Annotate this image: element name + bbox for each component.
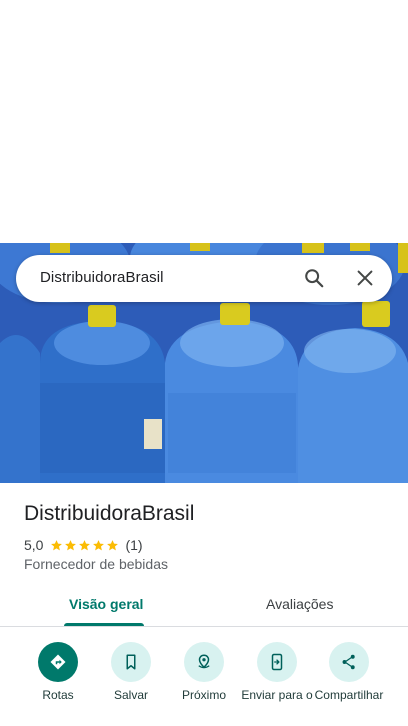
send-to-phone-icon [257,642,297,682]
star-rating [50,539,119,552]
star-icon [51,539,63,550]
tab-reviews[interactable]: Avaliações [266,596,333,612]
nearby-button[interactable]: Próximo [164,642,244,702]
star-icon [65,539,77,550]
send-to-phone-button[interactable]: Enviar para o [237,642,317,702]
place-name: DistribuidoraBrasil [24,502,195,525]
save-button[interactable]: Salvar [91,642,171,702]
close-icon[interactable] [354,267,376,289]
send-to-phone-label: Enviar para o [241,688,313,702]
directions-icon [38,642,78,682]
rating-value: 5,0 [24,537,44,553]
search-icon[interactable] [303,267,325,289]
share-label: Compartilhar [314,688,384,702]
directions-button[interactable]: Rotas [18,642,98,702]
directions-label: Rotas [42,688,74,702]
tab-divider [0,626,408,627]
save-label: Salvar [113,688,148,702]
star-icon [93,539,105,550]
review-count: (1) [125,537,143,553]
share-button[interactable]: Compartilhar [309,642,389,702]
search-bar[interactable]: DistribuidoraBrasil [16,255,392,302]
search-input[interactable]: DistribuidoraBrasil [40,269,164,286]
star-icon [79,539,91,550]
nearby-icon [184,642,224,682]
star-icon [107,539,119,550]
rating-row[interactable]: 5,0 (1) [24,536,143,554]
bookmark-icon [111,642,151,682]
tab-overview[interactable]: Visão geral [69,596,143,612]
share-icon [329,642,369,682]
place-category: Fornecedor de bebidas [24,556,168,572]
nearby-label: Próximo [181,688,226,702]
